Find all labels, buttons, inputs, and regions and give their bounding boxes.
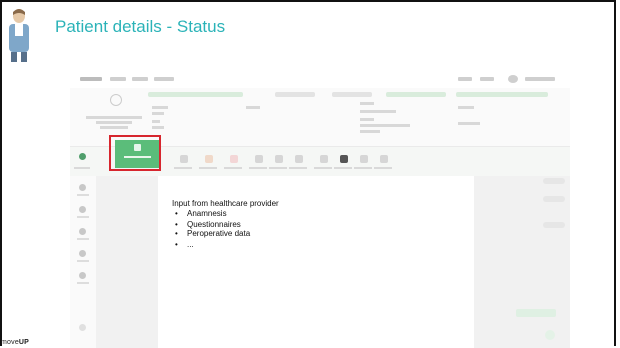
- app-top-bar: [70, 72, 570, 89]
- note-text: Input from healthcare provider Anamnesis…: [172, 199, 279, 249]
- note-heading: Input from healthcare provider: [172, 199, 279, 208]
- note-item: Peroperative data: [172, 229, 279, 238]
- note-item: Questionnaires: [172, 220, 279, 229]
- left-navigation: [70, 176, 97, 348]
- note-list: Anamnesis Questionnaires Peroperative da…: [172, 209, 279, 249]
- note-item: ...: [172, 240, 279, 249]
- doctor-avatar-icon: [9, 9, 29, 62]
- note-item: Anamnesis: [172, 209, 279, 218]
- brand-logo: moveUP: [1, 339, 30, 346]
- status-highlight-box: [109, 135, 161, 171]
- slide-title: Patient details - Status: [55, 17, 226, 36]
